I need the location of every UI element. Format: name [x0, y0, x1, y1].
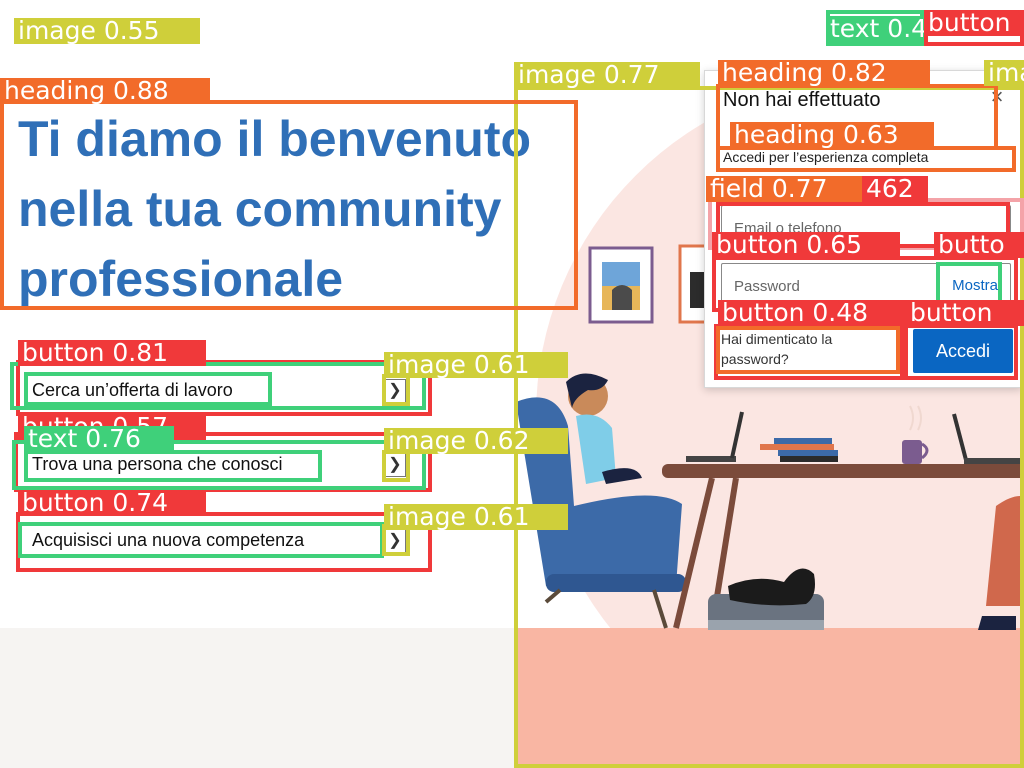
- overlay-tag: button 0.65: [712, 232, 900, 258]
- overlay-tag: button: [906, 300, 1024, 326]
- login-card: Non hai effettuato × Accedi per l’esperi…: [704, 70, 1022, 388]
- hero-heading: Ti diamo il benvenuto nella tua communit…: [18, 111, 532, 307]
- overlay-tag: image 0.62: [384, 428, 568, 454]
- overlay-tag: image 0.77: [514, 62, 700, 88]
- overlay-tag: butto: [934, 232, 1024, 258]
- option-button-skill[interactable]: Acquisisci una nuova competenza ❯: [20, 516, 430, 566]
- overlay-tag: heading 0.88: [0, 78, 210, 104]
- overlay-tag: text 0.76: [24, 426, 174, 452]
- overlay-tag: heading 0.63: [730, 122, 934, 148]
- password-input[interactable]: [734, 274, 934, 298]
- login-subtitle: Accedi per l’esperienza completa: [723, 149, 929, 165]
- option-label: Cerca un’offerta di lavoro: [32, 380, 233, 400]
- overlay-tag: image 0.61: [384, 352, 568, 378]
- overlay-tag: image 0.55: [14, 18, 200, 44]
- overlay-tag: button 0.48: [718, 300, 908, 326]
- overlay-tag: image 0.61: [384, 504, 568, 530]
- overlay-tag: field 0.77: [706, 176, 862, 202]
- chevron-right-icon: ❯: [384, 529, 406, 553]
- option-label: Trova una persona che conosci: [32, 454, 283, 474]
- login-page: Ti diamo il benvenuto nella tua communit…: [0, 0, 1024, 768]
- overlay-tag: button: [924, 10, 1024, 36]
- overlay-tag: text 0.4: [826, 16, 924, 42]
- overlay-tag: button 0.81: [18, 340, 206, 366]
- chevron-right-icon: ❯: [384, 453, 406, 477]
- option-label: Acquisisci una nuova competenza: [32, 530, 305, 550]
- sign-in-button[interactable]: Accedi: [913, 329, 1013, 373]
- overlay-tag: heading 0.82: [718, 60, 930, 86]
- overlay-tag: button 0.74: [18, 490, 206, 516]
- close-icon[interactable]: ×: [985, 85, 1009, 111]
- show-password-button[interactable]: Mostra: [946, 272, 1004, 300]
- forgot-password-link[interactable]: Hai dimenticato la password?: [721, 329, 897, 369]
- option-button-job[interactable]: Cerca un’offerta di lavoro ❯: [20, 366, 430, 416]
- overlay-tag: 462: [862, 176, 928, 202]
- login-title: Non hai effettuato: [723, 89, 881, 111]
- chevron-right-icon: ❯: [384, 379, 406, 403]
- overlay-tag: ima: [984, 60, 1024, 86]
